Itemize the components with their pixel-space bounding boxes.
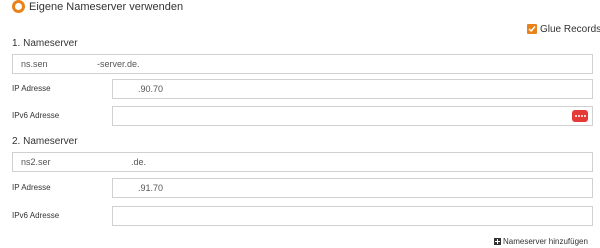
glue-records-label[interactable]: Glue Records xyxy=(540,24,600,35)
plus-icon[interactable] xyxy=(494,238,501,245)
add-nameserver-button[interactable]: Nameserver hinzufügen xyxy=(503,237,588,246)
nameserver-1-host-part2: -server.de. xyxy=(97,59,140,69)
nameserver-2-host-input[interactable]: ns2.ser .de. xyxy=(12,152,593,172)
nameserver-1-ip-value: .90.70 xyxy=(138,84,164,94)
password-manager-icon[interactable] xyxy=(572,110,588,122)
nameserver-2-ipv6-label: IPv6 Adresse xyxy=(12,211,60,220)
nameserver-1-host-input[interactable]: ns.sen -server.de. xyxy=(12,54,593,74)
own-nameserver-label[interactable]: Eigene Nameserver verwenden xyxy=(29,1,183,13)
nameserver-1-ipv6-label: IPv6 Adresse xyxy=(12,111,60,120)
own-nameserver-radio[interactable] xyxy=(12,0,25,13)
nameserver-1-title: 1. Nameserver xyxy=(12,38,78,49)
nameserver-1-ip-input[interactable]: .90.70 xyxy=(112,79,593,99)
glue-records-checkbox[interactable] xyxy=(527,24,537,34)
nameserver-2-ip-label: IP Adresse xyxy=(12,183,51,192)
nameserver-2-ip-input[interactable]: .91.70 xyxy=(112,178,593,198)
nameserver-2-host-part2: .de. xyxy=(131,157,147,167)
nameserver-2-ip-value: .91.70 xyxy=(138,183,164,193)
nameserver-1-host-part1: ns.sen xyxy=(21,59,48,69)
nameserver-1-ip-label: IP Adresse xyxy=(12,84,51,93)
nameserver-2-host-part1: ns2.ser xyxy=(21,157,51,167)
checkmark-icon xyxy=(528,26,536,33)
nameserver-2-title: 2. Nameserver xyxy=(12,136,78,147)
nameserver-1-ipv6-input[interactable] xyxy=(112,106,593,126)
nameserver-2-ipv6-input[interactable] xyxy=(112,206,593,226)
